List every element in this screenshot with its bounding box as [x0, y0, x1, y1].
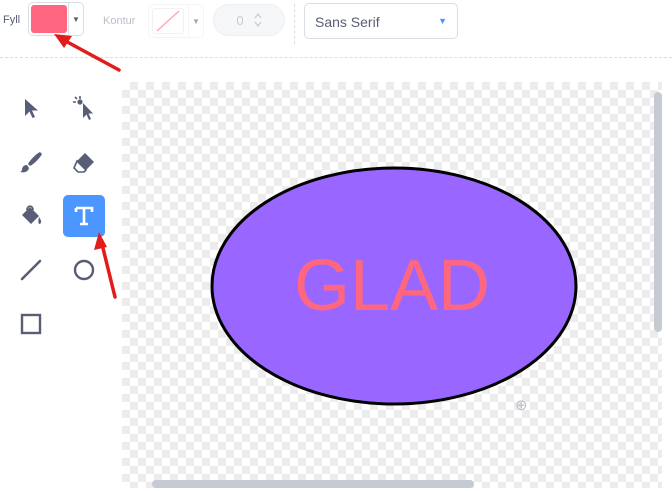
eraser-icon [73, 153, 94, 173]
no-color-slash-icon [156, 10, 180, 32]
fill-color-picker[interactable]: ▼ [28, 2, 84, 36]
outline-width-stepper[interactable]: 0 [213, 4, 285, 36]
toolbar-bottom-divider [0, 57, 672, 58]
text-tool[interactable] [63, 195, 105, 237]
fill-label: Fyll [3, 14, 21, 26]
outline-dropdown-caret-icon[interactable]: ▼ [188, 5, 203, 37]
outline-width-value: 0 [236, 12, 244, 28]
fill-dropdown-caret-icon[interactable]: ▼ [68, 3, 83, 35]
select-tool[interactable] [10, 87, 52, 129]
paint-bucket-icon [22, 205, 42, 224]
outline-color-picker[interactable]: ▼ [148, 4, 204, 38]
outline-color-swatch[interactable] [152, 8, 184, 34]
fill-color-swatch[interactable] [31, 5, 67, 33]
brush-tool[interactable] [10, 141, 52, 183]
eraser-tool[interactable] [63, 141, 105, 183]
text-t-icon [74, 206, 94, 226]
line-tool[interactable] [10, 249, 52, 291]
square-icon [20, 313, 42, 335]
drawing-canvas[interactable] [122, 82, 662, 488]
arrow-pointer-icon [25, 99, 38, 118]
brush-icon [20, 152, 42, 173]
line-icon [20, 259, 42, 281]
horizontal-scrollbar[interactable] [152, 480, 474, 488]
stepper-arrows-icon[interactable] [254, 13, 262, 27]
toolbar-divider [294, 4, 295, 44]
reshape-tool[interactable] [63, 87, 105, 129]
rotation-handle-icon[interactable]: ⊕ [515, 396, 528, 414]
paint-toolbar: Fyll ▼ Kontur ▼ 0 Sans Serif ▼ [0, 0, 672, 44]
vertical-scrollbar[interactable] [654, 92, 662, 332]
chevron-down-icon: ▼ [438, 16, 447, 26]
fill-tool[interactable] [10, 195, 52, 237]
rectangle-tool[interactable] [10, 303, 52, 345]
circle-tool[interactable] [63, 249, 105, 291]
circle-icon [73, 259, 95, 281]
font-select-value: Sans Serif [315, 14, 380, 30]
reshape-pointer-icon [73, 96, 93, 120]
font-select[interactable]: Sans Serif ▼ [304, 3, 458, 39]
outline-label: Kontur [103, 15, 136, 27]
